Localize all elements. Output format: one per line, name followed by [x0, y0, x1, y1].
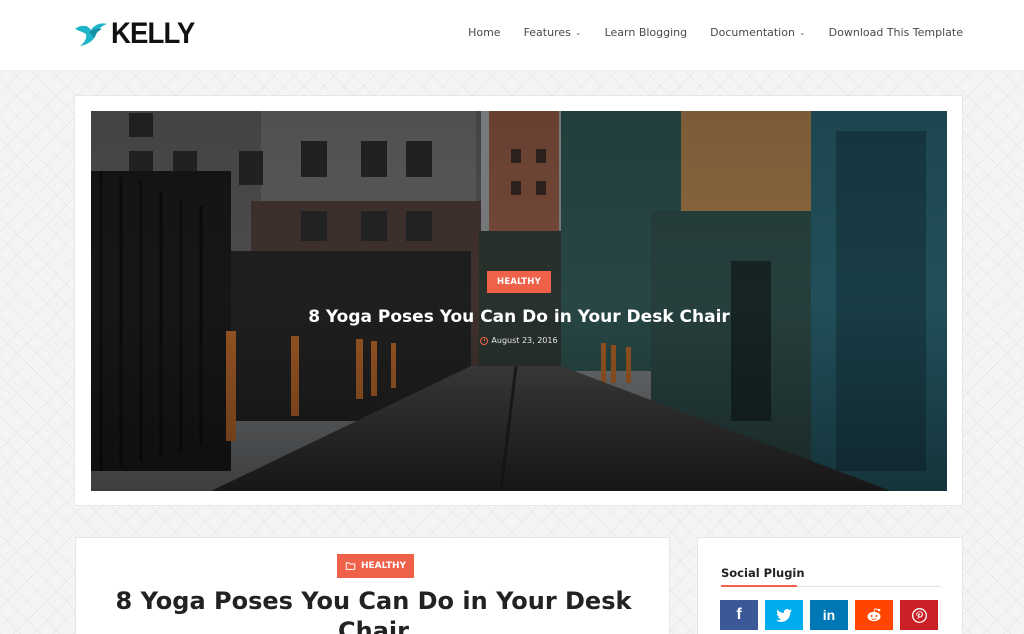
site-logo[interactable]: KELLY [74, 17, 202, 51]
nav-item-label: Download This Template [828, 26, 963, 39]
nav-item-label: Learn Blogging [604, 26, 688, 39]
main-nav: Home Features ⌄ Learn Blogging Documenta… [468, 26, 963, 39]
featured-post-info: HEALTHY 8 Yoga Poses You Can Do in Your … [91, 271, 947, 345]
chevron-down-icon: ⌄ [574, 27, 582, 37]
linkedin-icon: in [822, 607, 836, 623]
category-label-text: HEALTHY [361, 561, 407, 571]
linkedin-button[interactable]: in [810, 600, 848, 630]
folder-icon [345, 562, 356, 570]
clock-icon [480, 336, 489, 345]
nav-item-features[interactable]: Features ⌄ [524, 26, 582, 39]
nav-item-label: Documentation [710, 26, 795, 39]
reddit-button[interactable] [855, 600, 893, 630]
featured-post-box: HEALTHY 8 Yoga Poses You Can Do in Your … [74, 95, 963, 506]
category-label[interactable]: HEALTHY [337, 554, 415, 578]
chevron-down-icon: ⌄ [798, 27, 806, 37]
widget-title-divider [721, 585, 941, 587]
post-title: 8 Yoga Poses You Can Do in Your Desk Cha… [115, 587, 632, 634]
facebook-icon: f [736, 606, 742, 623]
twitter-button[interactable] [765, 600, 803, 630]
reddit-icon [867, 608, 881, 622]
featured-post-title[interactable]: 8 Yoga Poses You Can Do in Your Desk Cha… [91, 306, 947, 328]
bird-logo-icon [75, 23, 107, 46]
facebook-button[interactable]: f [720, 600, 758, 630]
nav-item-home[interactable]: Home [468, 26, 500, 39]
brand-name: KELLY [111, 17, 195, 50]
nav-item-documentation[interactable]: Documentation ⌄ [710, 26, 806, 39]
pinterest-button[interactable] [900, 600, 938, 630]
pinterest-icon [911, 607, 927, 623]
nav-item-download-template[interactable]: Download This Template [829, 26, 963, 39]
social-plugin-widget: Social Plugin f in [697, 537, 963, 634]
featured-post-hero[interactable]: HEALTHY 8 Yoga Poses You Can Do in Your … [91, 111, 947, 491]
widget-title: Social Plugin [721, 566, 805, 580]
post-card: HEALTHY 8 Yoga Poses You Can Do in Your … [75, 537, 670, 634]
date-text: August 23, 2016 [491, 336, 558, 345]
social-buttons: f in [720, 600, 938, 630]
nav-item-label: Home [468, 26, 501, 39]
nav-item-learn-blogging[interactable]: Learn Blogging [605, 26, 688, 39]
featured-post-date: August 23, 2016 [91, 336, 947, 345]
site-header: KELLY Home Features ⌄ Learn Blogging Doc… [0, 0, 1024, 71]
twitter-icon [776, 608, 792, 622]
nav-item-label: Features [523, 26, 571, 39]
category-label[interactable]: HEALTHY [487, 271, 551, 293]
